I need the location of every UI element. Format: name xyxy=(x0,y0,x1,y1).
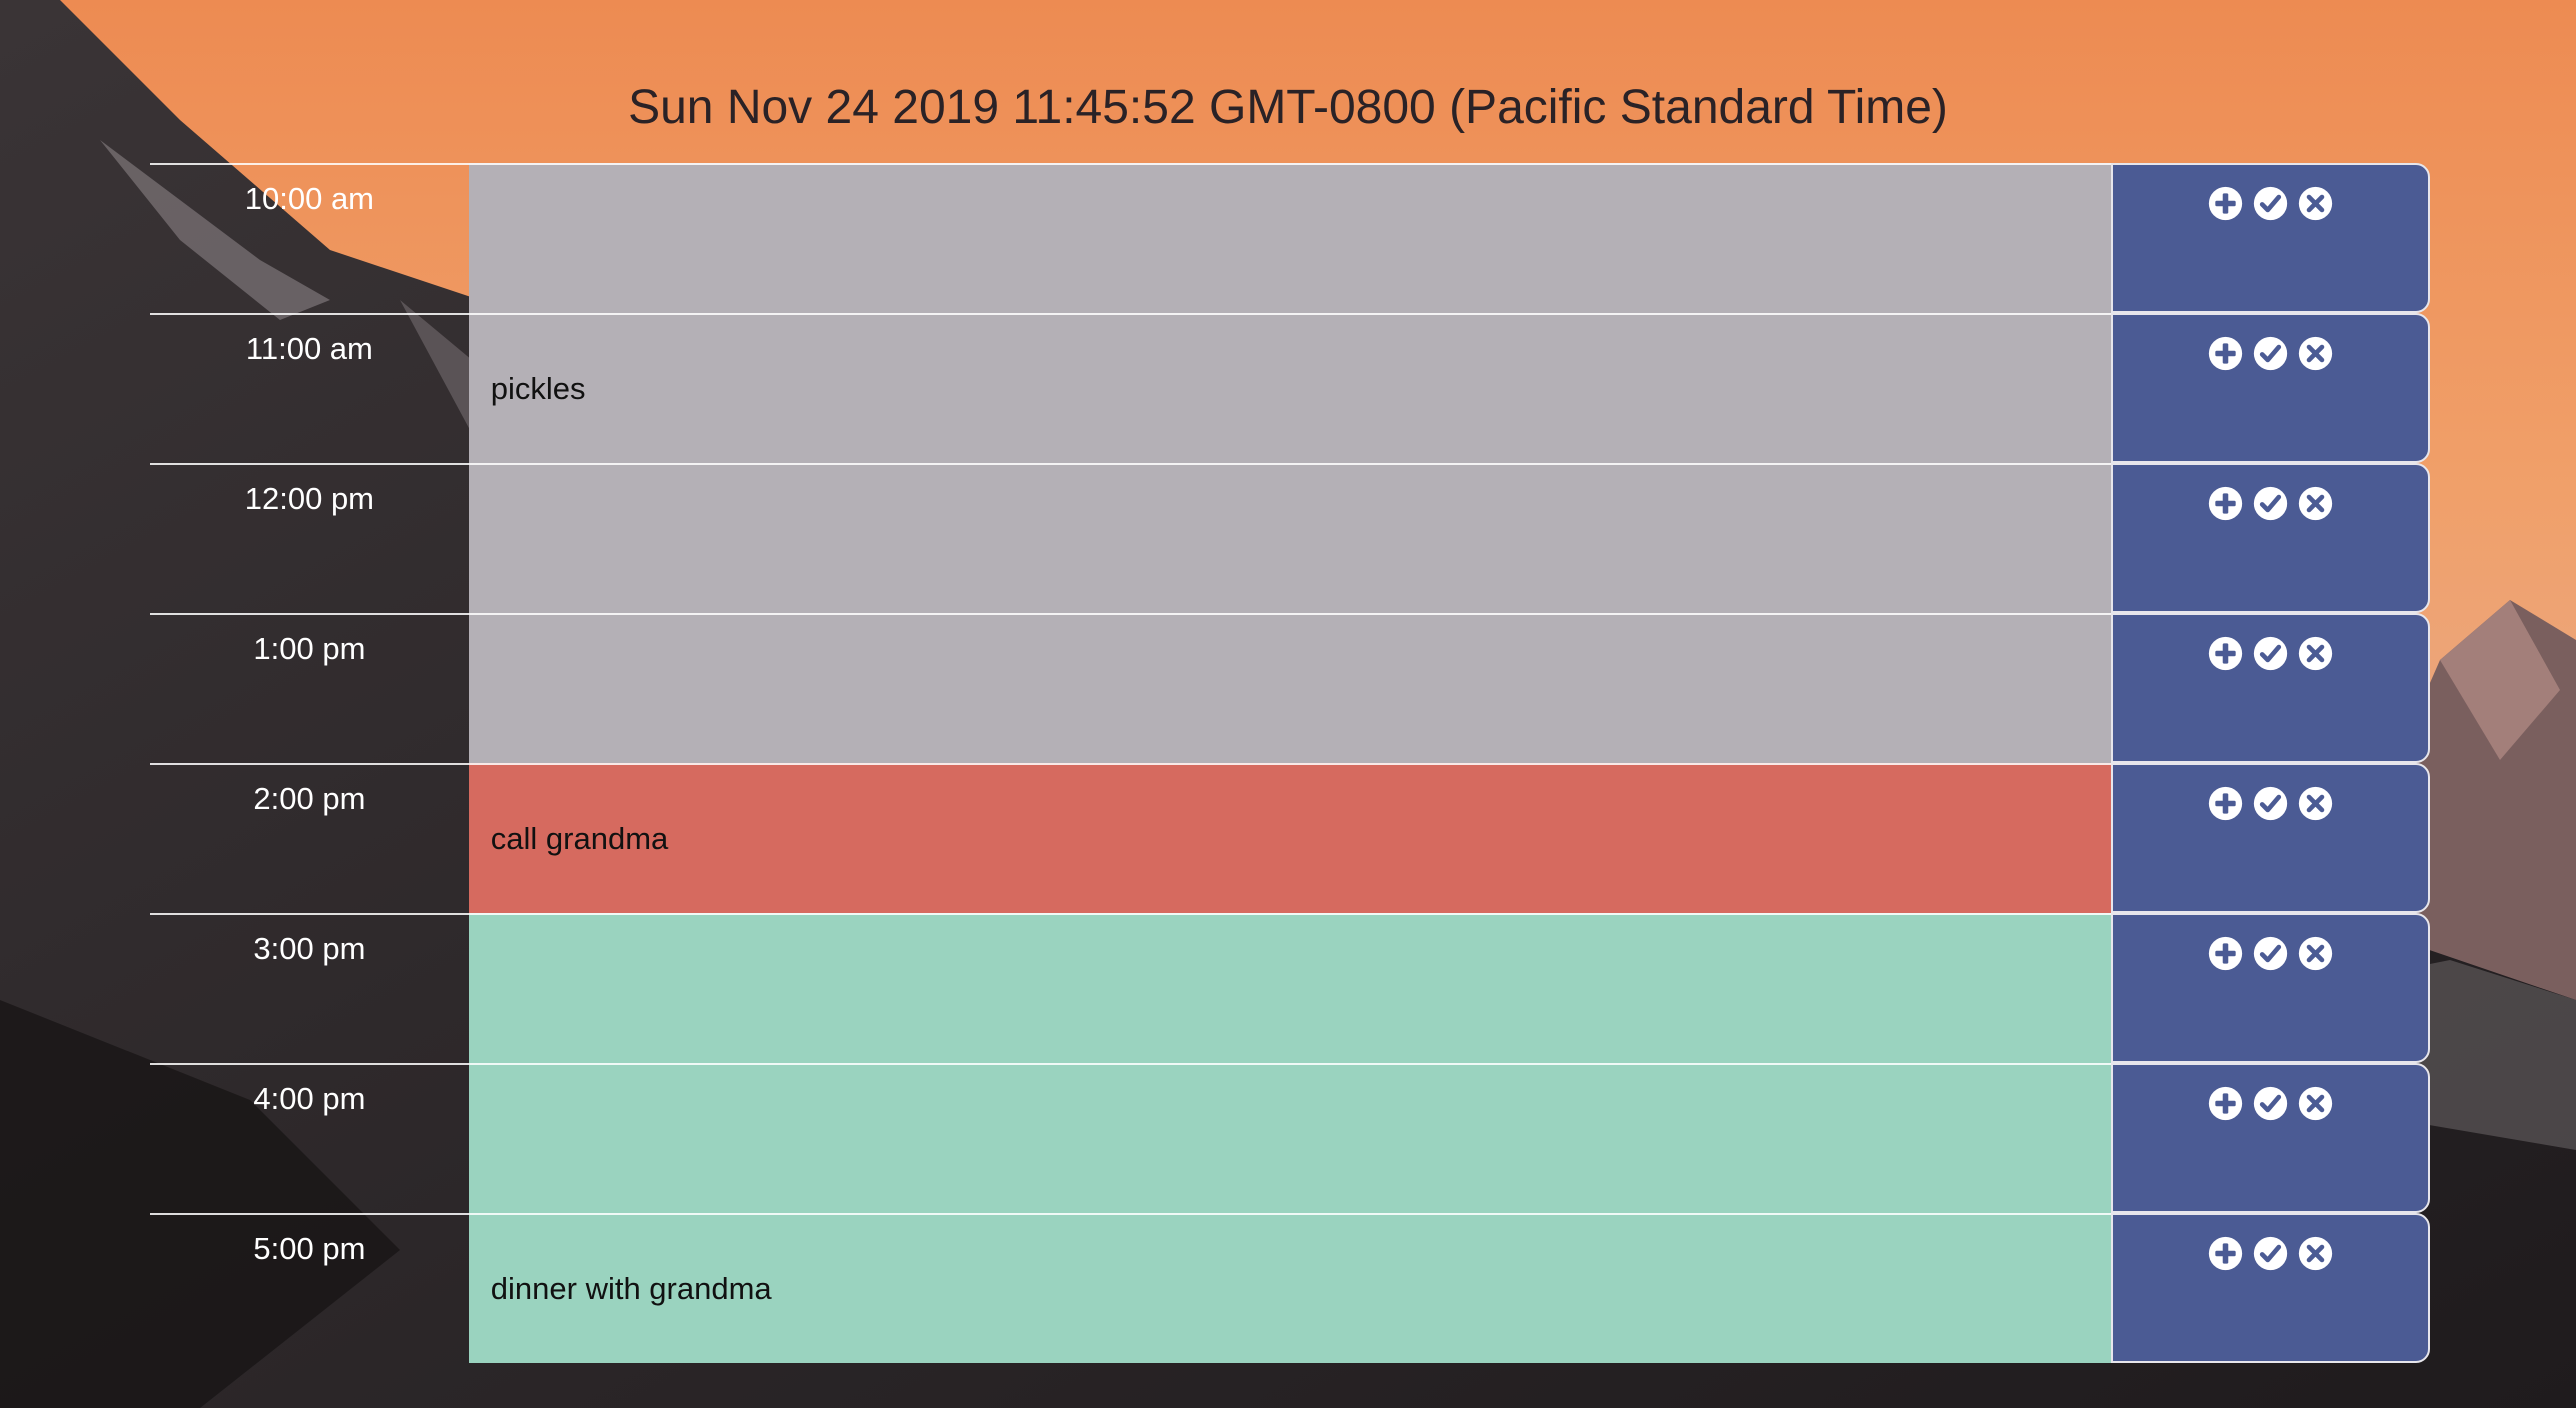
task-input[interactable] xyxy=(468,613,2111,763)
plus-circle-icon[interactable] xyxy=(2207,935,2244,972)
task-input[interactable]: call grandma xyxy=(468,763,2111,913)
task-input[interactable] xyxy=(468,1063,2111,1213)
time-block-row: 11:00 am pickles xyxy=(150,313,2430,463)
times-circle-icon[interactable] xyxy=(2297,485,2334,522)
hour-label: 5:00 pm xyxy=(150,1213,469,1363)
hour-label: 3:00 pm xyxy=(150,913,469,1063)
plus-circle-icon[interactable] xyxy=(2207,1235,2244,1272)
check-circle-icon[interactable] xyxy=(2252,485,2289,522)
plus-circle-icon[interactable] xyxy=(2207,335,2244,372)
check-circle-icon[interactable] xyxy=(2252,635,2289,672)
plus-circle-icon[interactable] xyxy=(2207,1085,2244,1122)
task-actions xyxy=(2110,313,2430,463)
task-actions xyxy=(2110,613,2430,763)
day-planner: 10:00 am 11:00 am pickles 12:00 pm 1:00 pm 2:… xyxy=(150,163,2430,1363)
task-input[interactable] xyxy=(468,913,2111,1063)
hour-label: 12:00 pm xyxy=(150,463,469,613)
task-actions xyxy=(2110,763,2430,913)
hour-label: 2:00 pm xyxy=(150,763,469,913)
hour-label: 1:00 pm xyxy=(150,613,469,763)
check-circle-icon[interactable] xyxy=(2252,185,2289,222)
times-circle-icon[interactable] xyxy=(2297,635,2334,672)
time-block-row: 12:00 pm xyxy=(150,463,2430,613)
hour-label: 4:00 pm xyxy=(150,1063,469,1213)
plus-circle-icon[interactable] xyxy=(2207,485,2244,522)
time-block-row: 5:00 pm dinner with grandma xyxy=(150,1213,2430,1363)
task-input[interactable] xyxy=(468,163,2111,313)
task-actions xyxy=(2110,163,2430,313)
task-actions xyxy=(2110,1213,2430,1363)
check-circle-icon[interactable] xyxy=(2252,785,2289,822)
task-actions xyxy=(2110,463,2430,613)
time-block-row: 1:00 pm xyxy=(150,613,2430,763)
times-circle-icon[interactable] xyxy=(2297,1085,2334,1122)
hour-label: 11:00 am xyxy=(150,313,469,463)
task-input[interactable] xyxy=(468,463,2111,613)
plus-circle-icon[interactable] xyxy=(2207,185,2244,222)
times-circle-icon[interactable] xyxy=(2297,1235,2334,1272)
times-circle-icon[interactable] xyxy=(2297,185,2334,222)
times-circle-icon[interactable] xyxy=(2297,785,2334,822)
check-circle-icon[interactable] xyxy=(2252,335,2289,372)
time-block-row: 10:00 am xyxy=(150,163,2430,313)
task-input[interactable]: pickles xyxy=(468,313,2111,463)
times-circle-icon[interactable] xyxy=(2297,935,2334,972)
task-input[interactable]: dinner with grandma xyxy=(468,1213,2111,1363)
check-circle-icon[interactable] xyxy=(2252,935,2289,972)
time-block-row: 3:00 pm xyxy=(150,913,2430,1063)
plus-circle-icon[interactable] xyxy=(2207,635,2244,672)
time-block-row: 4:00 pm xyxy=(150,1063,2430,1213)
times-circle-icon[interactable] xyxy=(2297,335,2334,372)
current-date-display: Sun Nov 24 2019 11:45:52 GMT-0800 (Pacif… xyxy=(628,81,1948,134)
plus-circle-icon[interactable] xyxy=(2207,785,2244,822)
check-circle-icon[interactable] xyxy=(2252,1235,2289,1272)
check-circle-icon[interactable] xyxy=(2252,1085,2289,1122)
task-actions xyxy=(2110,1063,2430,1213)
hour-label: 10:00 am xyxy=(150,163,469,313)
time-block-row: 2:00 pm call grandma xyxy=(150,763,2430,913)
task-actions xyxy=(2110,913,2430,1063)
